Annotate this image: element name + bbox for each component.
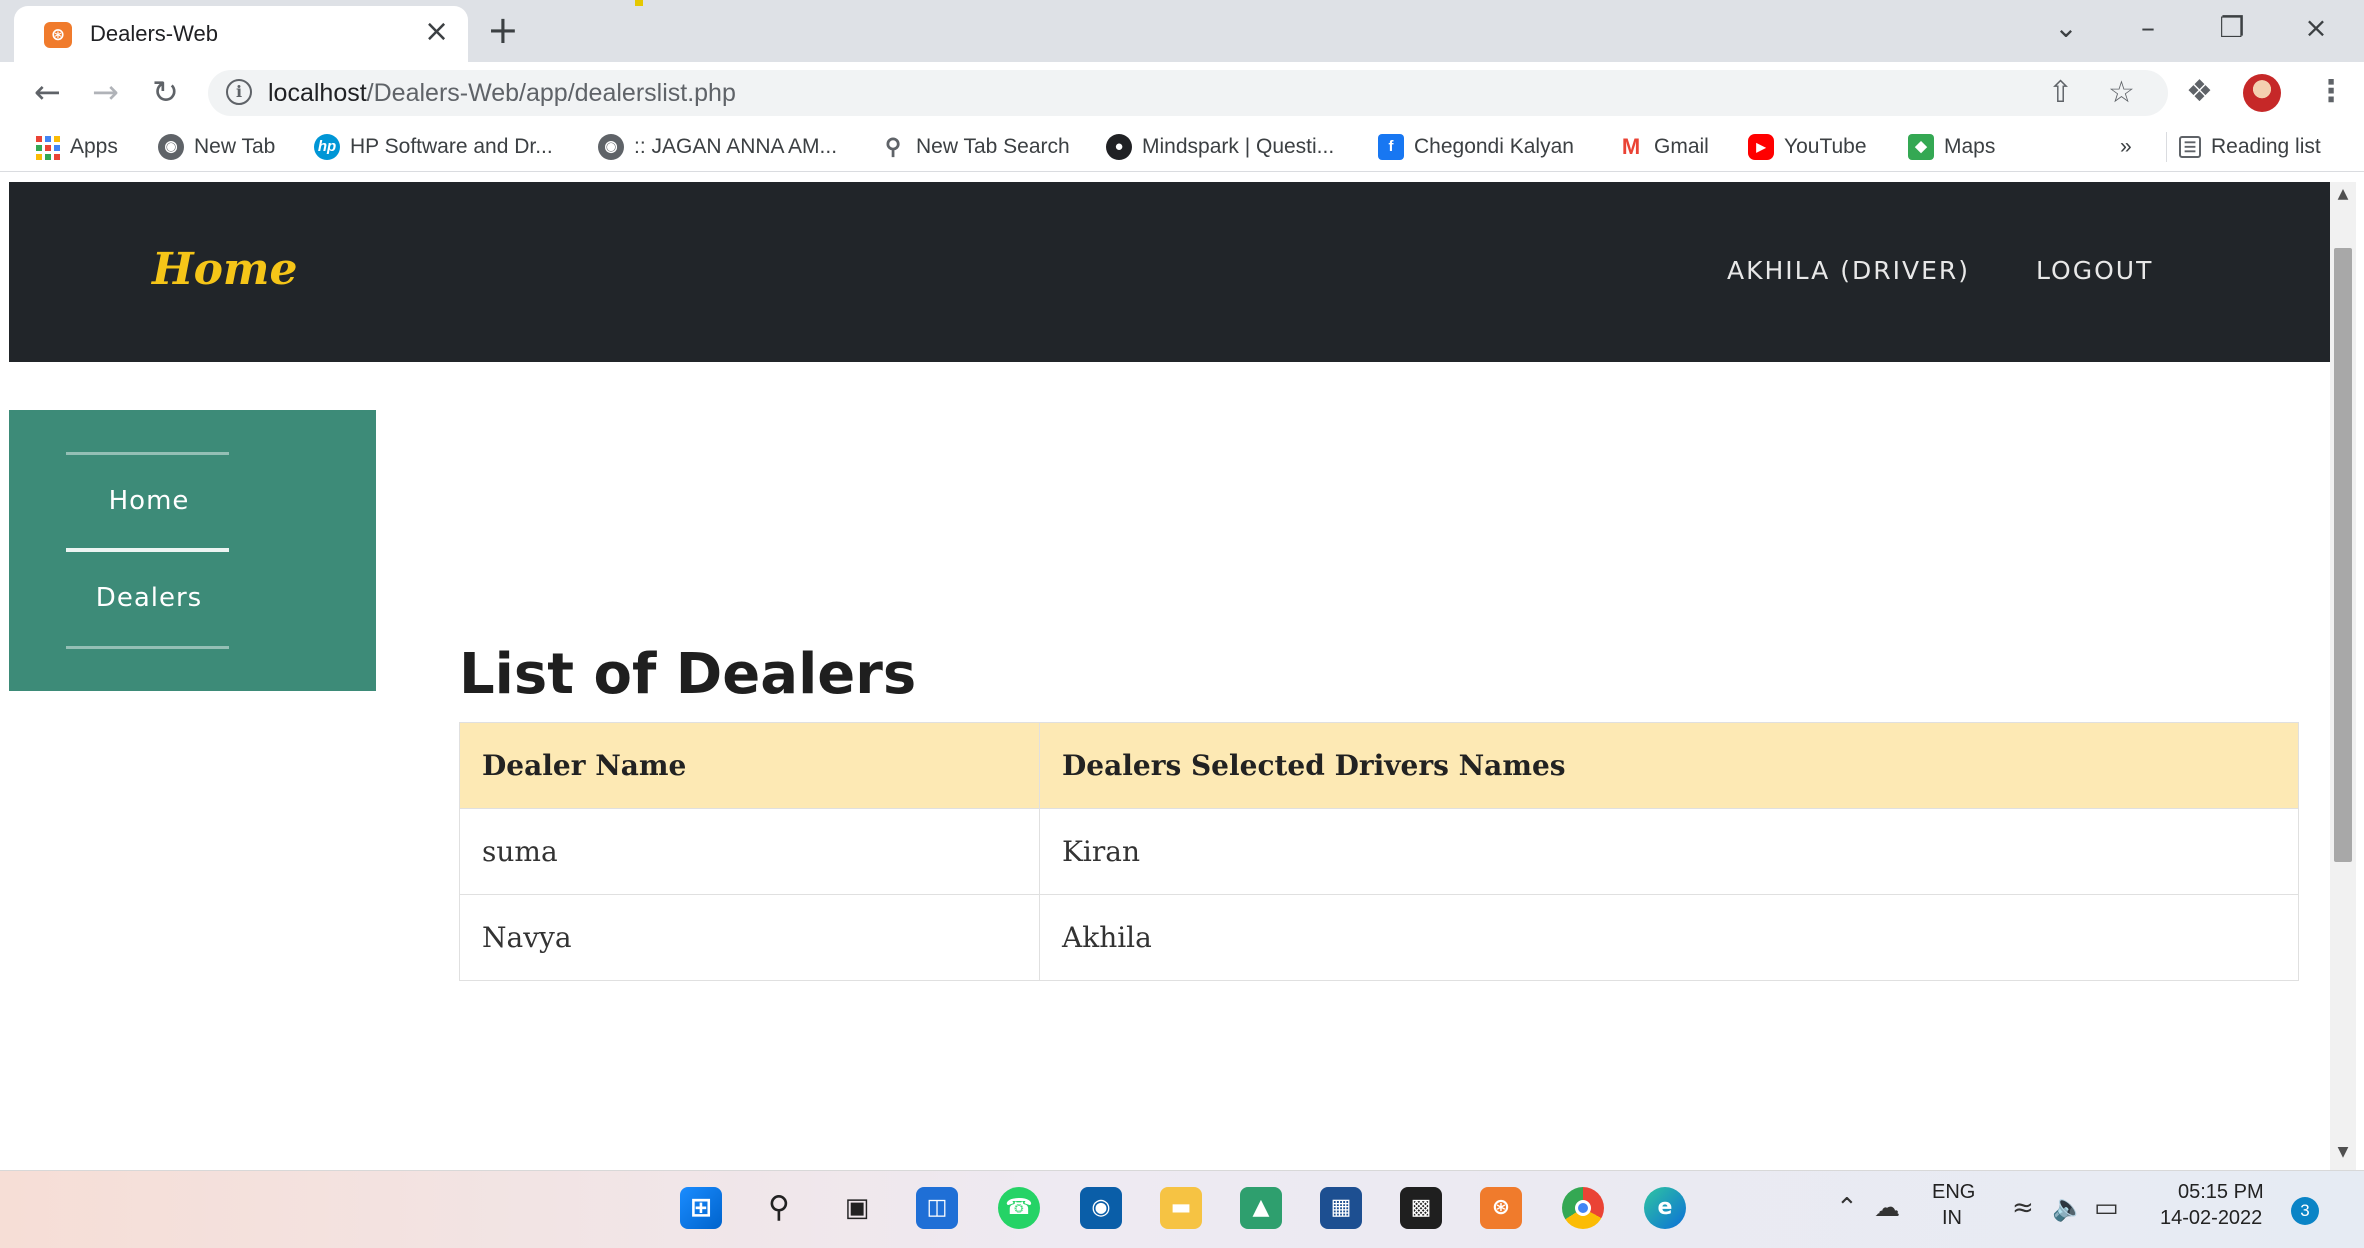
- site-info-icon[interactable]: i: [226, 79, 252, 105]
- mindspark-icon: ●: [1106, 134, 1132, 160]
- terminal-icon[interactable]: ▩: [1400, 1187, 1442, 1229]
- menu-kebab-icon[interactable]: ⋮: [2316, 74, 2346, 110]
- logout-link[interactable]: LOGOUT: [2036, 256, 2153, 285]
- edge-icon[interactable]: e: [1644, 1187, 1686, 1229]
- language-indicator-bottom[interactable]: IN: [1942, 1207, 1962, 1230]
- tab-title: Dealers-Web: [90, 21, 218, 46]
- windows-start-icon[interactable]: ⊞: [680, 1187, 722, 1229]
- reload-icon[interactable]: ↻: [152, 72, 179, 112]
- windows-taskbar: ⊞ ⚲ ▣ ◫ ☎ ◉ ▬ ▲ ▦ ▩ ⊛ e ⌃ ☁ ENG IN ≈ 🔈 ▭…: [0, 1170, 2364, 1248]
- column-header-dealer-name: Dealer Name: [459, 722, 1040, 809]
- maps-icon: ◆: [1908, 134, 1934, 160]
- whatsapp-icon[interactable]: ☎: [998, 1187, 1040, 1229]
- clock-time[interactable]: 05:15 PM: [2178, 1181, 2264, 1204]
- scrollbar-thumb[interactable]: [2334, 248, 2352, 862]
- chrome-icon: ◉: [158, 134, 184, 160]
- photos-icon[interactable]: ▲: [1240, 1187, 1282, 1229]
- dealer-name-cell: Navya: [459, 894, 1040, 981]
- dealers-table: Dealer Name Dealers Selected Drivers Nam…: [459, 722, 2299, 981]
- gmail-icon: M: [1621, 134, 1641, 159]
- close-window-icon[interactable]: ×: [2296, 6, 2336, 50]
- driver-name-cell: Kiran: [1039, 808, 2299, 895]
- brand-home-link[interactable]: Home: [152, 244, 297, 295]
- share-icon[interactable]: ⇧: [2048, 76, 2073, 110]
- sidebar-item-home[interactable]: Home: [9, 486, 289, 516]
- bookmark-new-tab-search[interactable]: ⚲ New Tab Search: [880, 132, 1070, 162]
- scroll-up-arrow-icon[interactable]: ▲: [2330, 186, 2356, 202]
- file-explorer-icon[interactable]: ▬: [1160, 1187, 1202, 1229]
- browser-tab[interactable]: ⊛ Dealers-Web ×: [14, 6, 468, 62]
- page-scrollbar[interactable]: ▲ ▼: [2330, 182, 2356, 1170]
- bookmark-apps[interactable]: Apps: [34, 132, 118, 162]
- decorative-mark: [635, 0, 643, 6]
- browser-toolbar: ← → ↻ i localhost/Dealers-Web/app/dealer…: [0, 62, 2364, 124]
- forward-arrow-icon[interactable]: →: [92, 72, 119, 112]
- user-profile-link[interactable]: AKHILA (DRIVER): [1727, 256, 1970, 285]
- close-tab-icon[interactable]: ×: [424, 15, 449, 49]
- table-header-row: Dealer Name Dealers Selected Drivers Nam…: [459, 722, 2299, 809]
- bookmark-jagan-anna[interactable]: ◉ :: JAGAN ANNA AM...: [598, 132, 837, 162]
- clock-date[interactable]: 14-02-2022: [2160, 1207, 2262, 1230]
- bookmark-maps[interactable]: ◆ Maps: [1908, 132, 1995, 162]
- dealer-name-cell: suma: [459, 808, 1040, 895]
- minimize-icon[interactable]: –: [2128, 6, 2168, 50]
- bookmark-star-icon[interactable]: ☆: [2108, 76, 2135, 110]
- scroll-down-arrow-icon[interactable]: ▼: [2330, 1144, 2356, 1160]
- youtube-icon: ▶: [1748, 134, 1774, 160]
- chat-app-icon[interactable]: ◉: [1080, 1187, 1122, 1229]
- web-page: Home AKHILA (DRIVER) LOGOUT Home Dealers…: [9, 182, 2330, 1170]
- bookmark-mindspark[interactable]: ● Mindspark | Questi...: [1106, 132, 1334, 162]
- back-arrow-icon[interactable]: ←: [34, 72, 61, 112]
- search-icon[interactable]: ⚲: [758, 1187, 800, 1229]
- language-indicator-top[interactable]: ENG: [1932, 1181, 1975, 1204]
- chrome-icon: ◉: [598, 134, 624, 160]
- restore-icon[interactable]: ❐: [2212, 6, 2252, 50]
- sidebar: Home Dealers: [9, 410, 376, 691]
- reading-list-button[interactable]: ☰ Reading list: [2166, 132, 2321, 162]
- bookmarks-overflow-button[interactable]: »: [2120, 132, 2132, 162]
- volume-icon[interactable]: 🔈: [2052, 1193, 2084, 1223]
- sidebar-divider: [66, 646, 229, 649]
- apps-grid-icon: [34, 134, 60, 160]
- wifi-icon[interactable]: ≈: [2012, 1193, 2034, 1223]
- sidebar-item-dealers[interactable]: Dealers: [9, 583, 289, 613]
- column-header-selected-drivers: Dealers Selected Drivers Names: [1039, 722, 2299, 809]
- chrome-icon[interactable]: [1562, 1187, 1604, 1229]
- bookmark-gmail[interactable]: M Gmail: [1618, 132, 1709, 162]
- sidebar-divider: [66, 452, 229, 455]
- battery-icon[interactable]: ▭: [2094, 1193, 2119, 1223]
- show-hidden-icons-chevron-icon[interactable]: ⌃: [1836, 1193, 1858, 1223]
- profile-avatar-icon[interactable]: [2243, 74, 2281, 112]
- driver-name-cell: Akhila: [1039, 894, 2299, 981]
- xampp-icon[interactable]: ⊛: [1480, 1187, 1522, 1229]
- facebook-icon: f: [1378, 134, 1404, 160]
- bookmark-chegondi-kalyan[interactable]: f Chegondi Kalyan: [1378, 132, 1574, 162]
- site-navbar: Home AKHILA (DRIVER) LOGOUT: [9, 182, 2330, 362]
- browser-tabstrip: ⊛ Dealers-Web × + ⌄ – ❐ ×: [0, 0, 2364, 62]
- table-row: Navya Akhila: [459, 894, 2299, 981]
- hp-icon: hp: [314, 134, 340, 160]
- sidebar-divider-active: [66, 548, 229, 552]
- url-text[interactable]: localhost/Dealers-Web/app/dealerslist.ph…: [268, 79, 736, 108]
- reading-list-icon: ☰: [2179, 136, 2201, 158]
- search-icon: ⚲: [884, 134, 902, 159]
- bookmark-hp-software[interactable]: hp HP Software and Dr...: [314, 132, 553, 162]
- new-tab-icon[interactable]: +: [487, 8, 519, 52]
- notification-badge[interactable]: 3: [2291, 1197, 2319, 1225]
- address-bar[interactable]: i localhost/Dealers-Web/app/dealerslist.…: [208, 70, 2168, 116]
- table-row: suma Kiran: [459, 808, 2299, 895]
- page-title: List of Dealers: [459, 642, 917, 707]
- onedrive-cloud-icon[interactable]: ☁: [1874, 1193, 1900, 1223]
- bookmarks-bar: Apps ◉ New Tab hp HP Software and Dr... …: [0, 124, 2364, 172]
- xampp-favicon-icon: ⊛: [44, 22, 72, 48]
- bookmark-youtube[interactable]: ▶ YouTube: [1748, 132, 1867, 162]
- widgets-icon[interactable]: ◫: [916, 1187, 958, 1229]
- task-view-icon[interactable]: ▣: [836, 1187, 878, 1229]
- microsoft-store-icon[interactable]: ▦: [1320, 1187, 1362, 1229]
- extensions-puzzle-icon[interactable]: ❖: [2186, 74, 2213, 110]
- tab-search-chevron-icon[interactable]: ⌄: [2046, 6, 2086, 50]
- bookmark-new-tab[interactable]: ◉ New Tab: [158, 132, 275, 162]
